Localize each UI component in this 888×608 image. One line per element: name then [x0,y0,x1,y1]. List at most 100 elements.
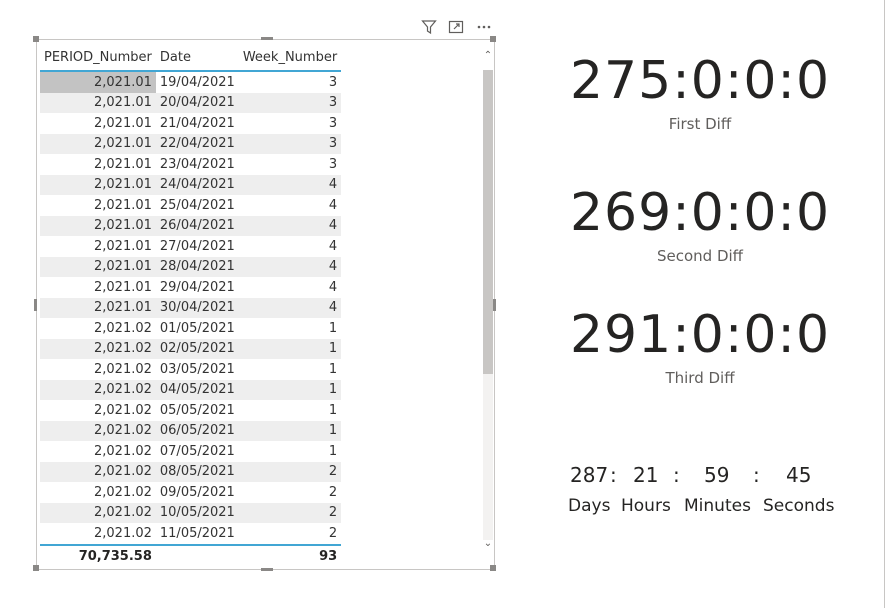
table-row[interactable]: 2,021.02 03/05/2021 1 [40,359,341,380]
cell-week-number[interactable]: 1 [239,400,341,421]
scroll-up-icon[interactable]: ⌃ [483,50,493,62]
cell-week-number[interactable]: 3 [239,71,341,93]
cell-date[interactable]: 27/04/2021 [156,236,239,257]
cell-period-number[interactable]: 2,021.02 [40,400,156,421]
table-row[interactable]: 2,021.01 23/04/2021 3 [40,154,341,175]
cell-period-number[interactable]: 2,021.01 [40,215,156,236]
table-visual[interactable]: PERIOD_Number Date Week_Number 2,021.01 1… [33,36,496,571]
cell-week-number[interactable]: 4 [238,215,342,236]
cell-date[interactable]: 11/05/2021 [156,523,239,545]
cell-week-number[interactable]: 1 [238,420,342,441]
cell-period-number[interactable]: 2,021.02 [40,318,156,339]
cell-period-number[interactable]: 2,021.02 [40,338,156,359]
scrollbar-track[interactable] [483,70,493,540]
cell-date[interactable]: 01/05/2021 [156,318,239,339]
cell-period-number[interactable]: 2,021.02 [40,441,156,462]
cell-week-number[interactable]: 2 [238,461,342,482]
cell-date[interactable]: 03/05/2021 [156,359,239,380]
cell-week-number[interactable]: 4 [238,174,342,195]
cell-period-number[interactable]: 2,021.01 [40,154,156,175]
table-row[interactable]: 2,021.02 11/05/2021 2 [40,523,341,545]
resize-handle-bottom[interactable] [261,568,273,571]
more-options-icon[interactable] [474,17,494,37]
vertical-scrollbar[interactable]: ⌃ ⌄ [483,48,493,552]
cell-week-number[interactable]: 3 [238,92,342,113]
cell-date[interactable]: 05/05/2021 [156,400,239,421]
cell-date[interactable]: 06/05/2021 [155,420,239,441]
resize-handle-bottom-right[interactable] [490,565,496,571]
cell-period-number[interactable]: 2,021.02 [40,482,156,503]
table-row[interactable]: 2,021.01 29/04/2021 4 [40,277,341,298]
resize-handle-right[interactable] [493,299,496,311]
column-header-week-number[interactable]: Week_Number [238,44,342,72]
cell-date[interactable]: 23/04/2021 [156,154,239,175]
table-row[interactable]: 2,021.02 05/05/2021 1 [40,400,341,421]
cell-week-number[interactable]: 4 [238,256,342,277]
cell-period-number[interactable]: 2,021.01 [40,113,156,134]
cell-week-number[interactable]: 4 [239,236,341,257]
cell-week-number[interactable]: 2 [239,523,341,545]
table-row[interactable]: 2,021.01 21/04/2021 3 [40,113,341,134]
cell-week-number[interactable]: 4 [239,277,341,298]
resize-handle-top[interactable] [261,37,273,40]
table-row[interactable]: 2,021.02 07/05/2021 1 [40,441,341,462]
resize-handle-left[interactable] [34,299,37,311]
table-row[interactable]: 2,021.02 01/05/2021 1 [40,318,341,339]
cell-period-number[interactable]: 2,021.02 [40,379,156,400]
cell-date[interactable]: 04/05/2021 [155,379,239,400]
cell-date[interactable]: 10/05/2021 [155,502,239,523]
cell-date[interactable]: 02/05/2021 [155,338,239,359]
cell-date[interactable]: 30/04/2021 [155,297,239,318]
table-row[interactable]: 2,021.02 09/05/2021 2 [40,482,341,503]
card-first-diff[interactable]: 275:0:0:0 First Diff [560,55,840,133]
cell-period-number[interactable]: 2,021.01 [40,277,156,298]
cell-week-number[interactable]: 3 [238,133,342,154]
cell-period-number[interactable]: 2,021.02 [40,359,156,380]
cell-period-number[interactable]: 2,021.02 [40,461,156,482]
cell-period-number[interactable]: 2,021.02 [40,502,156,523]
cell-period-number[interactable]: 2,021.01 [40,71,156,93]
table-row[interactable]: 2,021.02 06/05/2021 1 [40,420,342,441]
cell-period-number[interactable]: 2,021.01 [40,174,156,195]
table-row[interactable]: 2,021.02 10/05/2021 2 [40,502,342,523]
cell-date[interactable]: 08/05/2021 [155,461,239,482]
resize-handle-top-left[interactable] [33,36,39,42]
cell-week-number[interactable]: 1 [239,318,341,339]
cell-period-number[interactable]: 2,021.01 [40,236,156,257]
table-row[interactable]: 2,021.02 08/05/2021 2 [40,461,342,482]
table-row[interactable]: 2,021.02 04/05/2021 1 [40,379,342,400]
cell-period-number[interactable]: 2,021.02 [40,523,156,545]
cell-period-number[interactable]: 2,021.01 [40,195,156,216]
table-row[interactable]: 2,021.01 20/04/2021 3 [40,92,342,113]
table-row[interactable]: 2,021.01 25/04/2021 4 [40,195,341,216]
cell-week-number[interactable]: 3 [239,113,341,134]
column-header-date[interactable]: Date [155,44,239,72]
card-third-diff[interactable]: 291:0:0:0 Third Diff [560,309,840,387]
focus-mode-icon[interactable] [446,17,466,37]
resize-handle-bottom-left[interactable] [33,565,39,571]
cell-date[interactable]: 09/05/2021 [156,482,239,503]
table-row[interactable]: 2,021.02 02/05/2021 1 [40,338,342,359]
table-row[interactable]: 2,021.01 22/04/2021 3 [40,133,342,154]
cell-period-number[interactable]: 2,021.01 [40,133,156,154]
cell-date[interactable]: 21/04/2021 [156,113,239,134]
table-row[interactable]: 2,021.01 24/04/2021 4 [40,174,342,195]
table-row[interactable]: 2,021.01 27/04/2021 4 [40,236,341,257]
scrollbar-thumb[interactable] [483,70,493,374]
cell-date[interactable]: 28/04/2021 [155,256,239,277]
cell-week-number[interactable]: 2 [238,502,342,523]
cell-week-number[interactable]: 1 [238,338,342,359]
table-row[interactable]: 2,021.01 26/04/2021 4 [40,215,342,236]
filter-icon[interactable] [419,17,439,37]
scroll-down-icon[interactable]: ⌄ [483,538,493,550]
table-row[interactable]: 2,021.01 19/04/2021 3 [40,71,341,93]
cell-date[interactable]: 19/04/2021 [156,71,239,93]
cell-week-number[interactable]: 1 [239,441,341,462]
cell-week-number[interactable]: 4 [238,297,342,318]
cell-week-number[interactable]: 2 [239,482,341,503]
cell-date[interactable]: 22/04/2021 [155,133,239,154]
cell-date[interactable]: 29/04/2021 [156,277,239,298]
resize-handle-top-right[interactable] [490,36,496,42]
column-header-period-number[interactable]: PERIOD_Number [40,44,156,72]
table-row[interactable]: 2,021.01 28/04/2021 4 [40,256,342,277]
